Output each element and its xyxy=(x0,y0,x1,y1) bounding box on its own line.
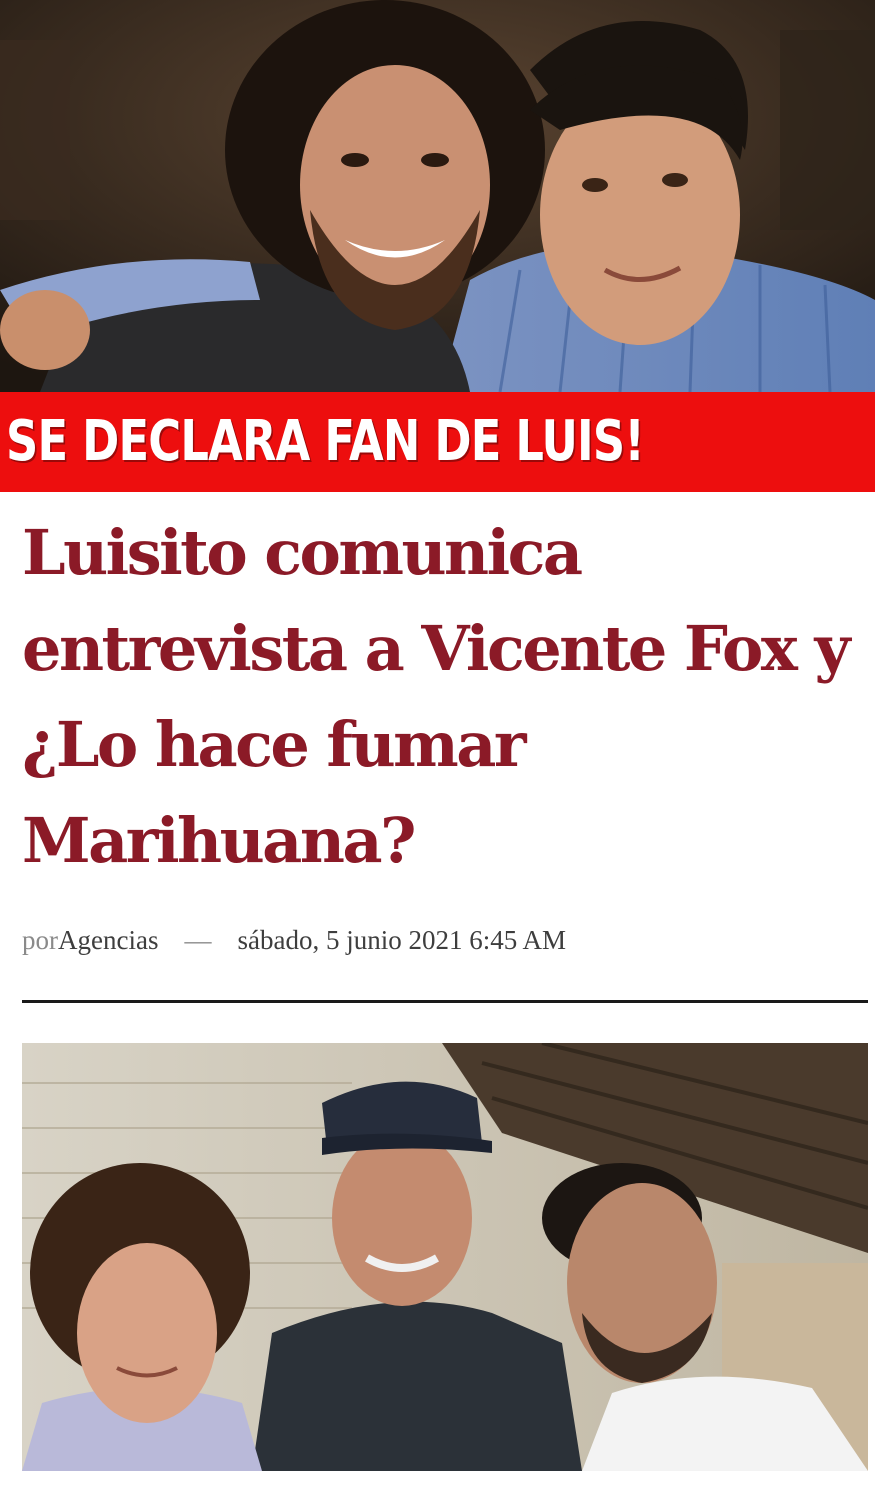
divider xyxy=(22,1000,868,1003)
article-photo xyxy=(22,1043,868,1471)
byline-separator: — xyxy=(184,925,212,955)
byline-author-link[interactable]: Agencias xyxy=(58,925,158,955)
top-photo xyxy=(0,0,875,392)
article-title[interactable]: Luisito comunica entrevista a Vicente Fo… xyxy=(22,505,862,889)
byline: porAgencias — sábado, 5 junio 2021 6:45 AM xyxy=(22,922,566,958)
top-photo-illustration xyxy=(0,0,875,392)
banner-text: SE DECLARA FAN DE LUIS! xyxy=(6,409,645,474)
byline-prefix: por xyxy=(22,925,58,955)
headline-banner: SE DECLARA FAN DE LUIS! xyxy=(0,392,875,492)
byline-date: sábado, 5 junio 2021 6:45 AM xyxy=(237,925,566,955)
article-photo-illustration xyxy=(22,1043,868,1471)
